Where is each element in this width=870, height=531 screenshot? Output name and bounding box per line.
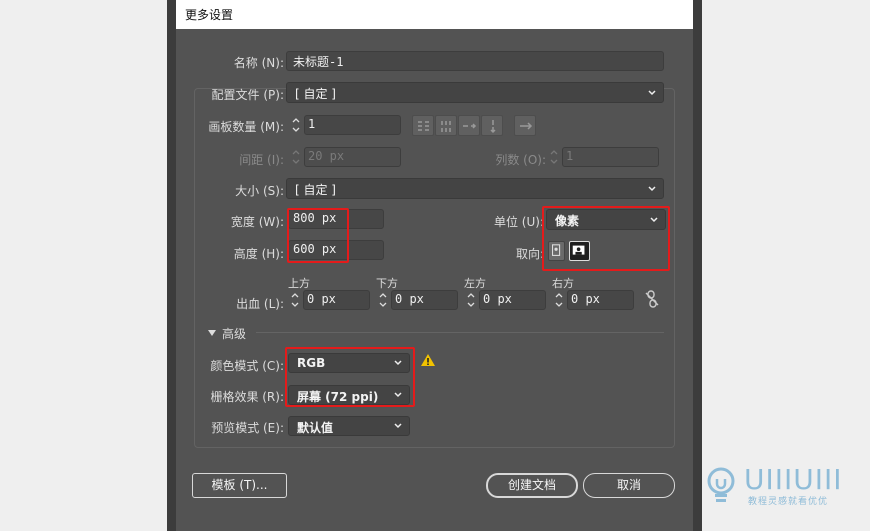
spacing-spinner-icon (292, 150, 300, 164)
bleed-right-label: 右方 (552, 277, 574, 290)
bleed-top-spinner-icon[interactable] (289, 290, 301, 310)
artboards-input[interactable]: 1 (304, 115, 401, 135)
dialog-title: 更多设置 (185, 8, 234, 22)
create-document-button[interactable]: 创建文档 (486, 473, 578, 498)
spacing-label: 间距 (I): (239, 153, 284, 167)
orientation-label: 取向: (515, 247, 544, 261)
columns-spinner-icon (550, 150, 558, 164)
rtl-layout-icon[interactable] (514, 115, 536, 136)
grid-by-column-icon[interactable] (435, 115, 457, 136)
artboards-label: 画板数量 (M): (208, 120, 284, 134)
artboards-spinner-icon[interactable] (290, 115, 302, 135)
warning-icon[interactable] (420, 353, 436, 367)
color-mode-label: 颜色模式 (C): (210, 359, 284, 373)
collapse-triangle-icon[interactable] (207, 328, 217, 338)
preview-mode-label: 预览模式 (E): (211, 421, 284, 435)
units-highlight-box (542, 206, 670, 271)
height-label: 高度 (H): (233, 247, 284, 261)
name-input[interactable]: 未标题-1 (286, 51, 664, 71)
raster-effects-label: 栅格效果 (R): (210, 390, 284, 404)
background-left-strip (167, 0, 176, 531)
advanced-label: 高级 (222, 327, 247, 341)
bleed-right-spinner-icon[interactable] (553, 290, 565, 310)
bleed-right-input[interactable]: 0 px (567, 290, 634, 310)
size-value: [ 自定 ] (295, 183, 336, 197)
preview-mode-dropdown[interactable]: 默认值 (288, 416, 410, 436)
name-label: 名称 (N): (233, 56, 284, 70)
bleed-left-label: 左方 (464, 277, 486, 290)
advanced-separator (256, 332, 664, 333)
width-label: 宽度 (W): (230, 215, 284, 229)
units-label: 单位 (U): (493, 215, 544, 229)
bleed-top-label: 上方 (288, 277, 310, 290)
cancel-button[interactable]: 取消 (583, 473, 675, 498)
bleed-bottom-label: 下方 (376, 277, 398, 290)
background-right-strip (693, 0, 702, 531)
template-button[interactable]: 模板 (T)... (192, 473, 287, 498)
bleed-bottom-input[interactable]: 0 px (391, 290, 458, 310)
profile-value: [ 自定 ] (295, 87, 336, 101)
bleed-left-spinner-icon[interactable] (465, 290, 477, 310)
bleed-bottom-spinner-icon[interactable] (377, 290, 389, 310)
profile-label: 配置文件 (P): (211, 88, 284, 102)
size-highlight-box (287, 208, 349, 263)
bleed-left-input[interactable]: 0 px (479, 290, 546, 310)
chevron-down-icon (394, 423, 402, 429)
arrange-by-row-icon[interactable] (458, 115, 480, 136)
columns-label: 列数 (O): (495, 153, 546, 167)
more-settings-dialog: 更多设置 名称 (N): 未标题-1 配置文件 (P): [ 自定 ] 画板数量… (176, 0, 693, 531)
color-raster-highlight-box (285, 347, 415, 407)
bleed-label: 出血 (L): (236, 297, 284, 311)
size-label: 大小 (S): (235, 184, 284, 198)
lightbulb-icon (707, 467, 735, 502)
spacing-input: 20 px (304, 147, 401, 167)
arrange-by-column-icon[interactable] (481, 115, 503, 136)
chevron-down-icon (648, 186, 656, 192)
chevron-down-icon (648, 90, 656, 96)
size-dropdown[interactable]: [ 自定 ] (286, 178, 664, 199)
link-bleed-icon[interactable] (644, 289, 660, 309)
preview-mode-value: 默认值 (297, 421, 334, 435)
title-bar: 更多设置 (176, 0, 693, 29)
profile-dropdown[interactable]: [ 自定 ] (286, 82, 664, 103)
watermark-logo-text: UIIIUIII (744, 463, 843, 496)
bleed-top-input[interactable]: 0 px (303, 290, 370, 310)
watermark-subtitle: 教程灵感就看优优 (748, 497, 829, 507)
grid-by-row-icon[interactable] (412, 115, 434, 136)
columns-input: 1 (562, 147, 659, 167)
